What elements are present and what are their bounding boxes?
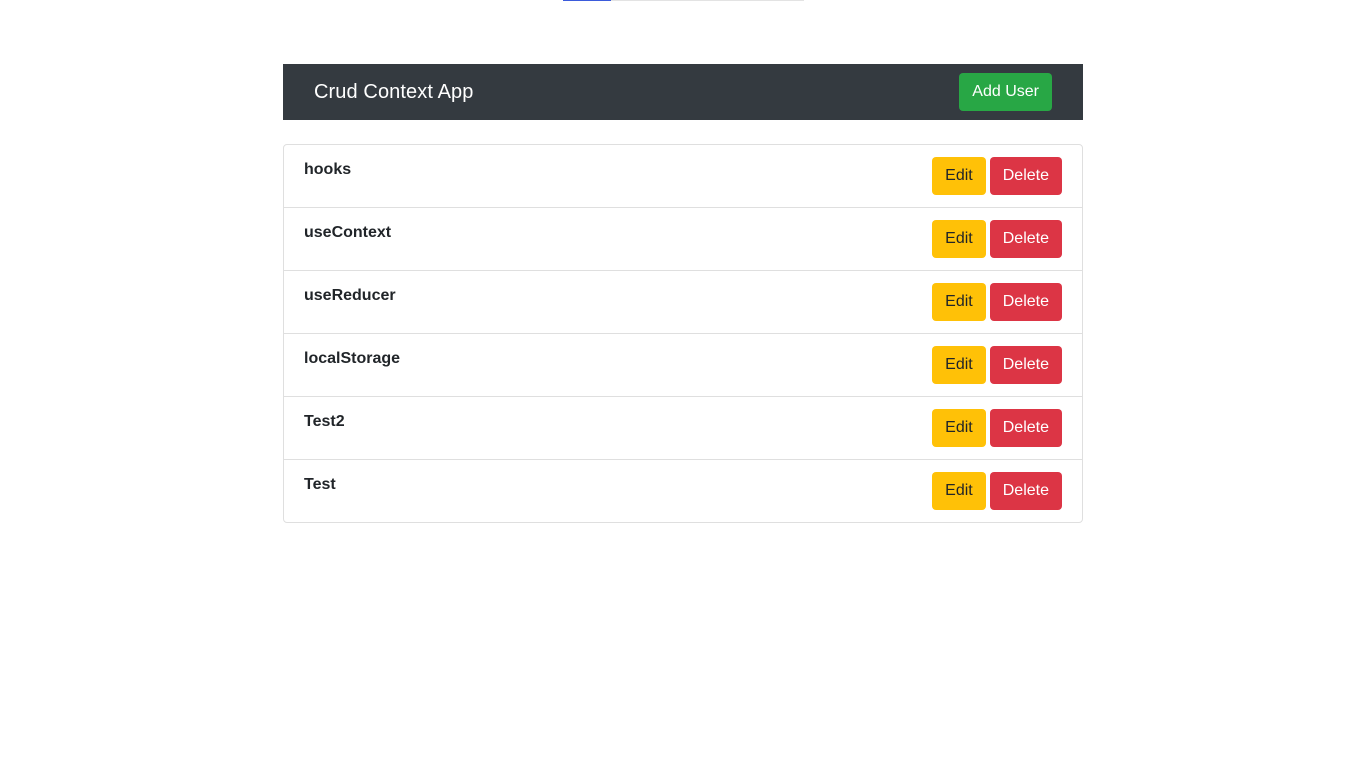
item-actions: Edit Delete: [932, 283, 1062, 321]
edit-button[interactable]: Edit: [932, 409, 986, 447]
item-actions: Edit Delete: [932, 220, 1062, 258]
user-name: useContext: [304, 224, 392, 241]
edit-button[interactable]: Edit: [932, 346, 986, 384]
user-name: localStorage: [304, 350, 401, 367]
edit-button[interactable]: Edit: [932, 157, 986, 195]
list-item: Test2 Edit Delete: [284, 397, 1082, 460]
list-item: Test Edit Delete: [284, 460, 1082, 522]
delete-button[interactable]: Delete: [989, 157, 1062, 195]
loading-progress-fill: [563, 0, 612, 1]
delete-button[interactable]: Delete: [989, 346, 1062, 384]
loading-progress-bar: [563, 0, 804, 1]
delete-button[interactable]: Delete: [989, 409, 1062, 447]
user-name: Test: [304, 476, 336, 493]
app-container: Crud Context App Add User hooks Edit Del…: [283, 64, 1083, 523]
add-user-button[interactable]: Add User: [959, 73, 1052, 111]
list-item: localStorage Edit Delete: [284, 334, 1082, 397]
edit-button[interactable]: Edit: [932, 283, 986, 321]
user-list: hooks Edit Delete useContext Edit Delete…: [283, 144, 1083, 523]
item-actions: Edit Delete: [932, 472, 1062, 510]
delete-button[interactable]: Delete: [989, 472, 1062, 510]
user-name: useReducer: [304, 287, 396, 304]
list-item: useReducer Edit Delete: [284, 271, 1082, 334]
delete-button[interactable]: Delete: [989, 220, 1062, 258]
delete-button[interactable]: Delete: [989, 283, 1062, 321]
item-actions: Edit Delete: [932, 409, 1062, 447]
user-name: hooks: [304, 161, 352, 178]
item-actions: Edit Delete: [932, 157, 1062, 195]
edit-button[interactable]: Edit: [932, 220, 986, 258]
navbar: Crud Context App Add User: [283, 64, 1083, 120]
edit-button[interactable]: Edit: [932, 472, 986, 510]
app-title: Crud Context App: [314, 80, 474, 103]
list-item: useContext Edit Delete: [284, 208, 1082, 271]
item-actions: Edit Delete: [932, 346, 1062, 384]
user-name: Test2: [304, 413, 345, 430]
list-item: hooks Edit Delete: [284, 145, 1082, 208]
